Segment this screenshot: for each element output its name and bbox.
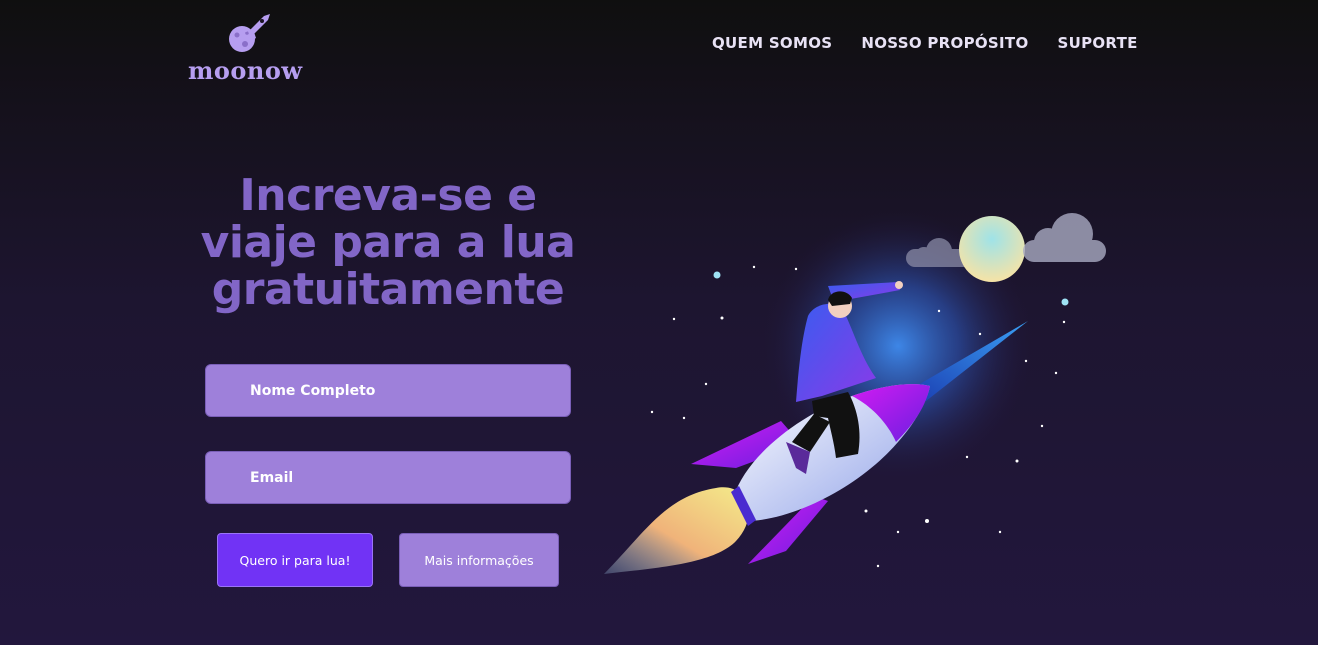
more-info-button[interactable]: Mais informações	[399, 533, 559, 587]
nav-item-quem-somos[interactable]: QUEM SOMOS	[712, 34, 832, 52]
nav-item-nosso-proposito[interactable]: NOSSO PROPÓSITO	[861, 34, 1028, 52]
hero-headline: Increva-se e viaje para a lua gratuitame…	[170, 172, 606, 313]
email-field[interactable]	[205, 451, 571, 504]
headline-line-1: Increva-se e	[239, 170, 537, 221]
moon-rocket-logo-icon	[229, 14, 270, 52]
headline-line-2: viaje para a lua	[200, 217, 576, 268]
man-riding-rocket-illustration-icon	[604, 211, 1106, 574]
headline-line-3: gratuitamente	[211, 264, 565, 315]
main-nav: QUEM SOMOS NOSSO PROPÓSITO SUPORTE	[712, 34, 1138, 52]
signup-button[interactable]: Quero ir para lua!	[217, 533, 373, 587]
nav-item-suporte[interactable]: SUPORTE	[1058, 34, 1138, 52]
name-field[interactable]	[205, 364, 571, 417]
brand-logo[interactable]: moonow	[188, 12, 314, 85]
brand-name: moonow	[188, 56, 303, 85]
